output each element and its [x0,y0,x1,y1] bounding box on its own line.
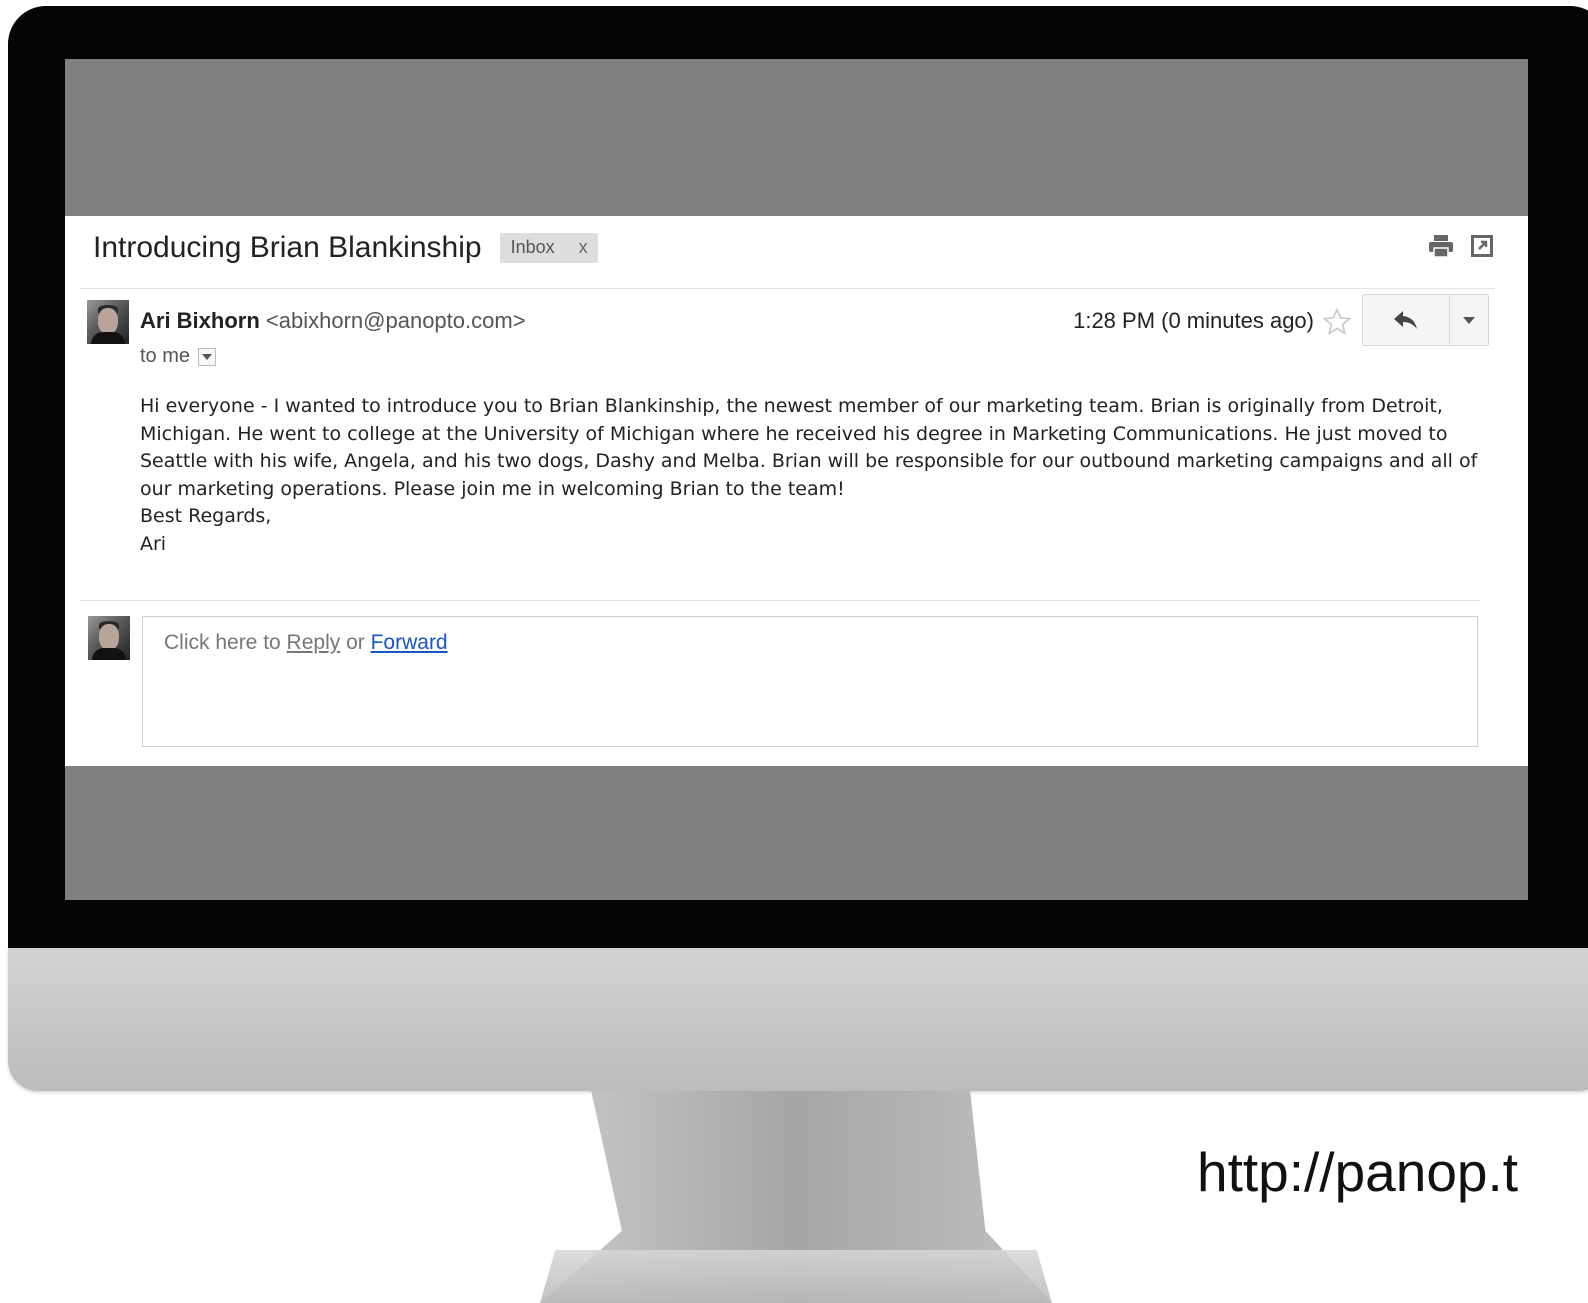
reply-arrow-icon [1394,311,1417,329]
message-timestamp: 1:28 PM (0 minutes ago) [1073,308,1314,333]
divider [79,600,1481,601]
my-avatar [88,616,130,660]
more-actions-button[interactable] [1450,295,1488,345]
forward-link[interactable]: Forward [371,631,448,654]
show-details-dropdown[interactable] [198,347,217,366]
email-subject-row: Introducing Brian Blankinship Inbox x [93,228,1498,268]
reply-button[interactable] [1363,295,1450,345]
email-body: Hi everyone - I wanted to introduce you … [140,393,1480,558]
quick-reply-box[interactable]: Click here to Reply or Forward [142,616,1478,747]
recipient-line: to me [140,345,217,368]
email-subject: Introducing Brian Blankinship [93,231,482,264]
recipient-text: to me [140,345,191,367]
url-caption: http://panop.t [1197,1141,1519,1203]
star-icon[interactable] [1322,307,1352,342]
dropdown-triangle-icon [1463,316,1475,324]
monitor-chin [8,948,1588,1091]
inbox-label-text: Inbox [510,237,555,257]
reply-link[interactable]: Reply [287,631,341,654]
chevron-down-icon [202,353,213,360]
body-signature: Ari [140,532,167,555]
reply-prompt-prefix: Click here to [164,631,287,654]
monitor-stand-base [540,1250,1052,1303]
sender-avatar [87,300,129,344]
thread-actions [1428,234,1494,263]
monitor-screen: Introducing Brian Blankinship Inbox x Ar… [65,59,1528,900]
remove-label-button[interactable]: x [579,237,588,258]
sender-email: <abixhorn@panopto.com> [265,308,526,333]
reply-button-group [1362,294,1489,346]
reply-prompt-middle: or [340,631,371,654]
body-signoff: Best Regards, [140,505,272,527]
body-paragraph: Hi everyone - I wanted to introduce you … [140,395,1478,500]
print-icon[interactable] [1428,234,1454,263]
sender-name[interactable]: Ari Bixhorn [140,308,260,333]
open-in-new-window-icon[interactable] [1470,234,1494,263]
sender-line: Ari Bixhorn <abixhorn@panopto.com> [140,308,526,334]
divider [79,288,1495,289]
inbox-label-chip[interactable]: Inbox x [499,233,598,263]
email-message-pane: Introducing Brian Blankinship Inbox x Ar… [65,216,1528,766]
